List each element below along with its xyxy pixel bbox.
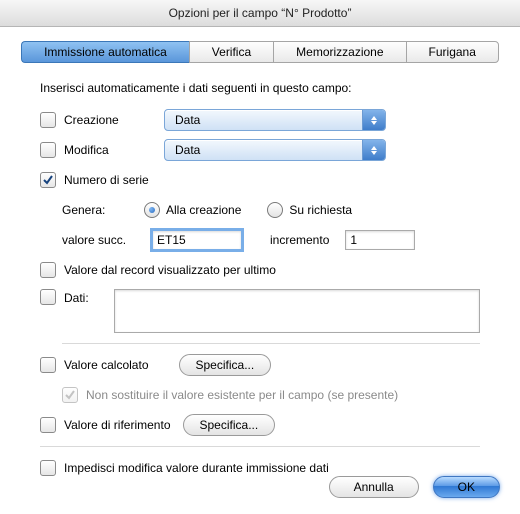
next-value-input[interactable] bbox=[152, 230, 242, 250]
generate-label: Genera: bbox=[62, 203, 134, 217]
creation-select[interactable]: Data bbox=[164, 109, 386, 131]
prohibit-modification-checkbox[interactable] bbox=[40, 460, 56, 476]
last-record-label: Valore dal record visualizzato per ultim… bbox=[64, 263, 276, 277]
modification-label: Modifica bbox=[64, 143, 154, 157]
select-endcap-icon bbox=[362, 110, 385, 130]
tab-verify[interactable]: Verifica bbox=[189, 41, 273, 63]
lookup-specify-button[interactable]: Specifica... bbox=[183, 414, 276, 436]
lookup-value-label: Valore di riferimento bbox=[64, 418, 171, 432]
data-label: Dati: bbox=[64, 289, 104, 305]
cancel-button-label: Annulla bbox=[354, 480, 394, 494]
generate-on-creation-radio[interactable] bbox=[144, 202, 160, 218]
creation-select-value: Data bbox=[175, 113, 200, 127]
select-endcap-icon bbox=[362, 140, 385, 160]
lookup-value-checkbox[interactable] bbox=[40, 417, 56, 433]
cancel-button[interactable]: Annulla bbox=[329, 476, 419, 498]
modification-select-value: Data bbox=[175, 143, 200, 157]
tab-furigana-label: Furigana bbox=[429, 45, 476, 59]
calculated-value-checkbox[interactable] bbox=[40, 357, 56, 373]
calculated-specify-button[interactable]: Specifica... bbox=[179, 354, 272, 376]
creation-checkbox[interactable] bbox=[40, 112, 56, 128]
modification-select[interactable]: Data bbox=[164, 139, 386, 161]
tab-auto-entry-label: Immissione automatica bbox=[44, 45, 167, 59]
divider-1 bbox=[62, 343, 480, 344]
tab-storage[interactable]: Memorizzazione bbox=[273, 41, 405, 63]
increment-label: incremento bbox=[270, 233, 329, 247]
tab-storage-label: Memorizzazione bbox=[296, 45, 383, 59]
no-replace-checkbox bbox=[62, 387, 78, 403]
tab-bar: Immissione automatica Verifica Memorizza… bbox=[12, 41, 508, 63]
prohibit-modification-label: Impedisci modifica valore durante immiss… bbox=[64, 461, 329, 475]
modification-checkbox[interactable] bbox=[40, 142, 56, 158]
lead-text: Inserisci automaticamente i dati seguent… bbox=[40, 81, 480, 95]
creation-label: Creazione bbox=[64, 113, 154, 127]
window-title: Opzioni per il campo “N° Prodotto” bbox=[169, 6, 352, 20]
calculated-value-label: Valore calcolato bbox=[64, 358, 149, 372]
generate-on-request-radio[interactable] bbox=[267, 202, 283, 218]
tab-furigana[interactable]: Furigana bbox=[406, 41, 499, 63]
tab-auto-entry[interactable]: Immissione automatica bbox=[21, 41, 189, 63]
divider-2 bbox=[40, 446, 480, 447]
data-checkbox[interactable] bbox=[40, 289, 56, 305]
calculated-specify-label: Specifica... bbox=[196, 358, 255, 372]
generate-on-creation-label: Alla creazione bbox=[166, 203, 241, 217]
generate-on-request-label: Su richiesta bbox=[289, 203, 352, 217]
tab-verify-label: Verifica bbox=[212, 45, 251, 59]
footer-buttons: Annulla OK bbox=[329, 476, 500, 498]
last-record-checkbox[interactable] bbox=[40, 262, 56, 278]
no-replace-label: Non sostituire il valore esistente per i… bbox=[86, 388, 398, 402]
data-textarea[interactable] bbox=[114, 289, 480, 333]
ok-button[interactable]: OK bbox=[433, 476, 500, 498]
serial-label: Numero di serie bbox=[64, 173, 149, 187]
ok-button-label: OK bbox=[458, 480, 475, 494]
serial-checkbox[interactable] bbox=[40, 172, 56, 188]
titlebar: Opzioni per il campo “N° Prodotto” bbox=[0, 0, 520, 27]
options-window: Opzioni per il campo “N° Prodotto” Immis… bbox=[0, 0, 520, 514]
next-value-label: valore succ. bbox=[62, 233, 142, 247]
increment-input[interactable] bbox=[345, 230, 415, 250]
lookup-specify-label: Specifica... bbox=[200, 418, 259, 432]
